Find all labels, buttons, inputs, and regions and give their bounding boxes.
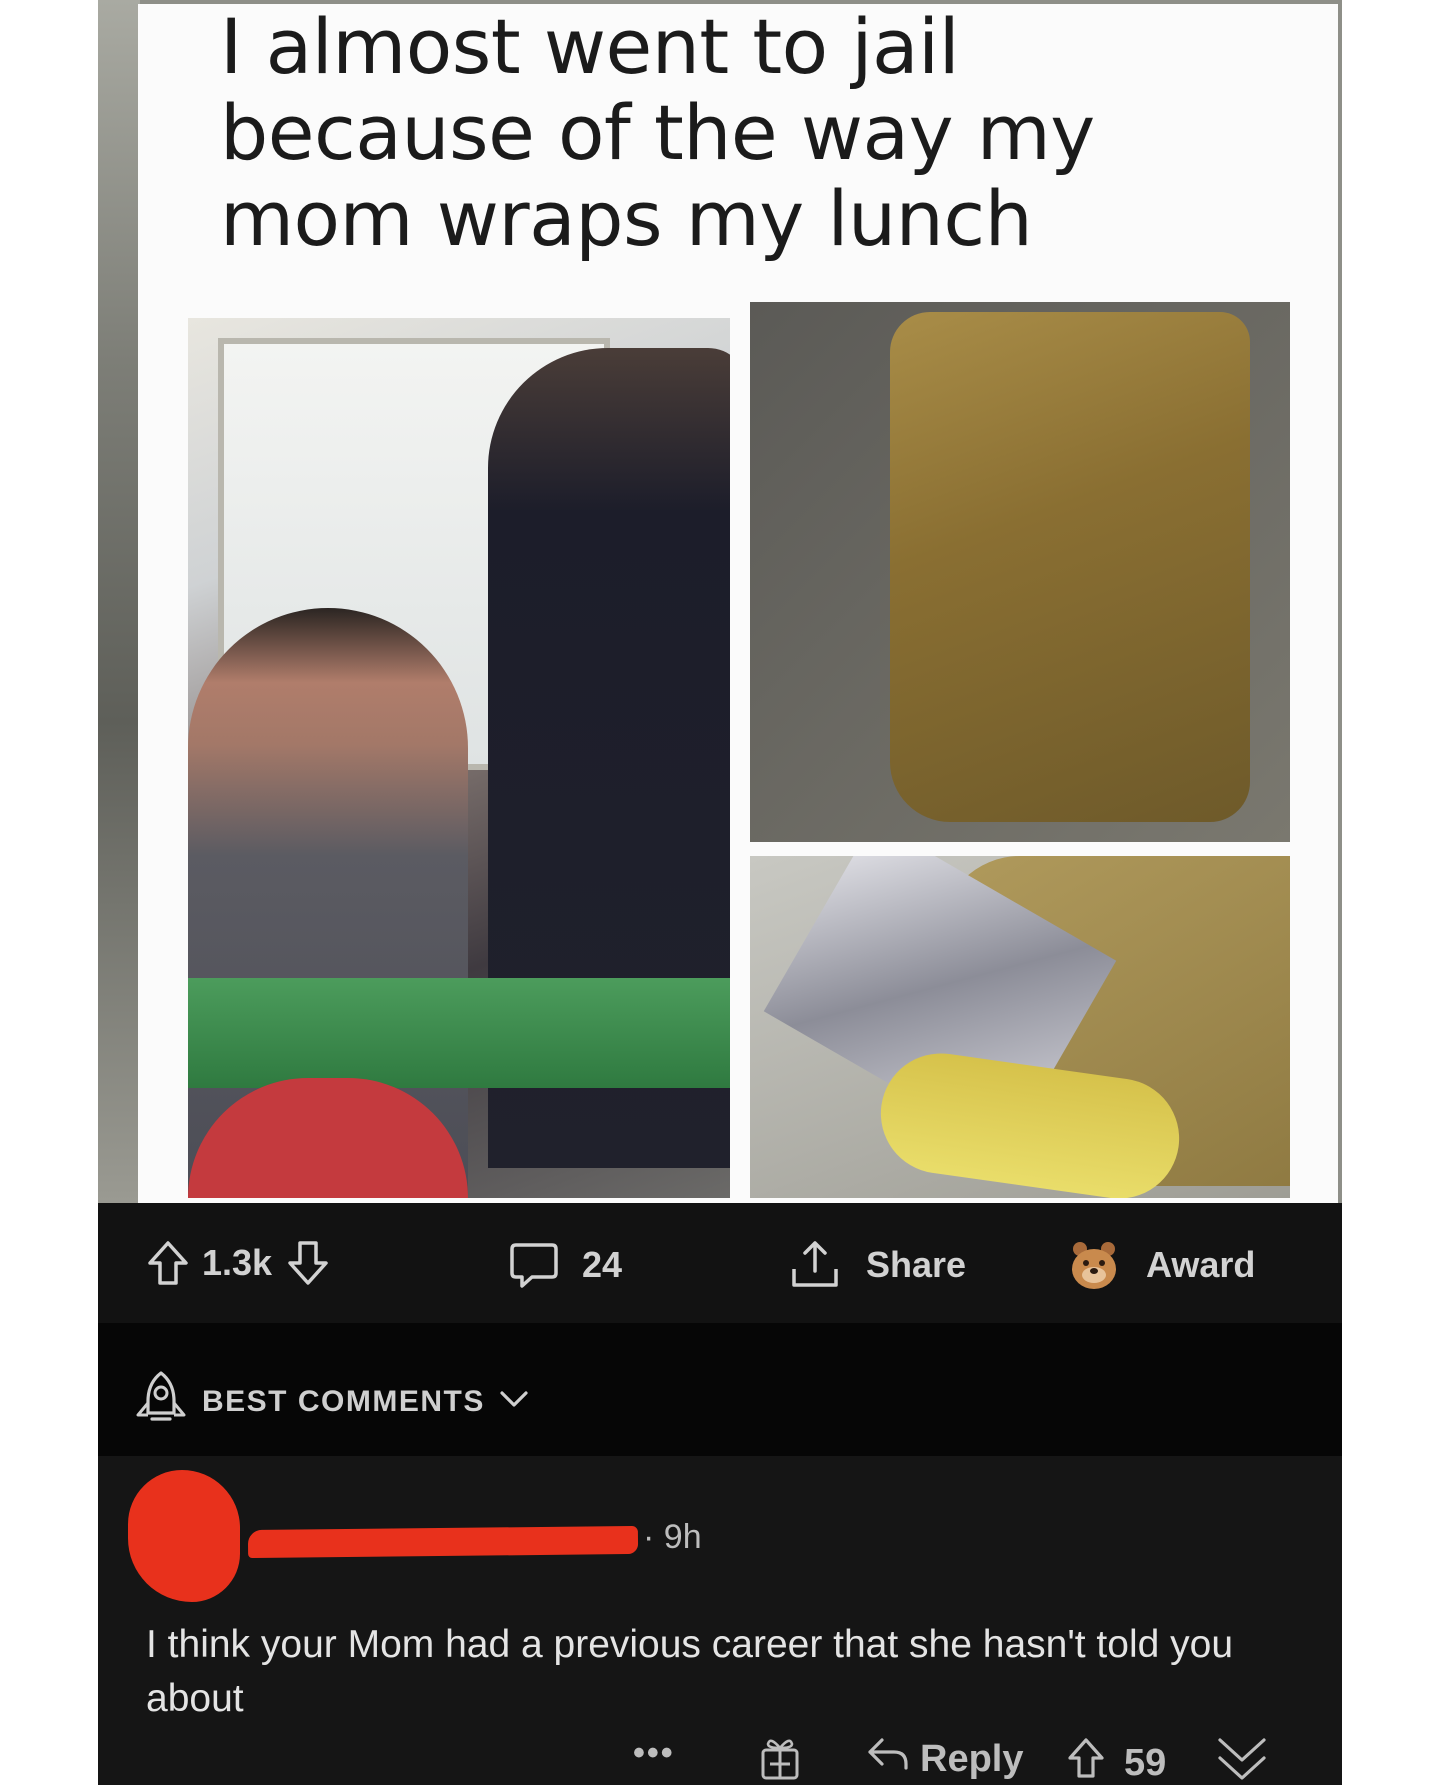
share-button[interactable]: Share <box>788 1239 966 1291</box>
classroom-photo <box>188 318 730 1198</box>
meme-card: I almost went to jail because of the way… <box>138 4 1338 1203</box>
reply-icon <box>866 1734 910 1784</box>
comment-action-bar: ••• Reply 59 <box>98 1730 1342 1785</box>
award-button[interactable]: Award <box>1066 1237 1255 1293</box>
reply-button[interactable]: Reply <box>866 1734 1023 1784</box>
sort-label: BEST COMMENTS <box>202 1384 485 1418</box>
comment-vote-count: 59 <box>1124 1741 1167 1784</box>
sort-selector[interactable]: BEST COMMENTS <box>134 1369 529 1434</box>
downvote-icon[interactable] <box>286 1239 330 1287</box>
vote-control: 1.3k <box>146 1239 330 1287</box>
comment-vote-control: 59 <box>1066 1736 1166 1785</box>
award-icon <box>1066 1237 1122 1293</box>
share-label: Share <box>866 1244 967 1285</box>
meta-dot: · <box>643 1518 664 1556</box>
avatar-redaction <box>128 1470 240 1602</box>
opened-lunch-photo <box>750 856 1290 1198</box>
collapse-icon <box>1216 1734 1268 1785</box>
post-image[interactable]: I almost went to jail because of the way… <box>98 0 1342 1203</box>
gift-button[interactable] <box>758 1734 802 1785</box>
comment-body: I think your Mom had a previous career t… <box>146 1623 1234 1720</box>
photo-edge <box>98 0 140 1203</box>
rocket-icon <box>134 1369 188 1434</box>
comment-count: 24 <box>582 1244 623 1285</box>
comments-button[interactable]: 24 <box>508 1239 622 1291</box>
comment: · 9h I think your Mom had a previous car… <box>98 1456 1342 1785</box>
comment-sort-bar: BEST COMMENTS <box>98 1323 1342 1456</box>
meme-caption: I almost went to jail because of the way… <box>220 2 1095 263</box>
more-options-button[interactable]: ••• <box>633 1734 675 1773</box>
desk <box>188 978 730 1088</box>
comment-timestamp: · 9h <box>643 1518 702 1557</box>
share-icon <box>788 1239 842 1291</box>
wrapped-package <box>890 312 1250 822</box>
collapse-button[interactable] <box>1216 1734 1268 1785</box>
upvote-icon[interactable] <box>146 1239 190 1287</box>
chevron-down-icon <box>499 1389 529 1414</box>
post-action-bar: 1.3k 24 Share Award <box>98 1203 1342 1323</box>
comment-time: 9h <box>663 1518 702 1556</box>
vote-count: 1.3k <box>202 1242 273 1283</box>
username-redaction <box>247 1525 639 1559</box>
comment-icon <box>508 1239 560 1291</box>
reddit-post-screenshot: I almost went to jail because of the way… <box>98 0 1342 1785</box>
upvote-icon[interactable] <box>1066 1736 1106 1785</box>
award-label: Award <box>1146 1244 1256 1285</box>
wrapped-lunch-photo <box>750 302 1290 842</box>
gift-icon <box>758 1734 802 1785</box>
reply-label: Reply <box>920 1737 1024 1780</box>
